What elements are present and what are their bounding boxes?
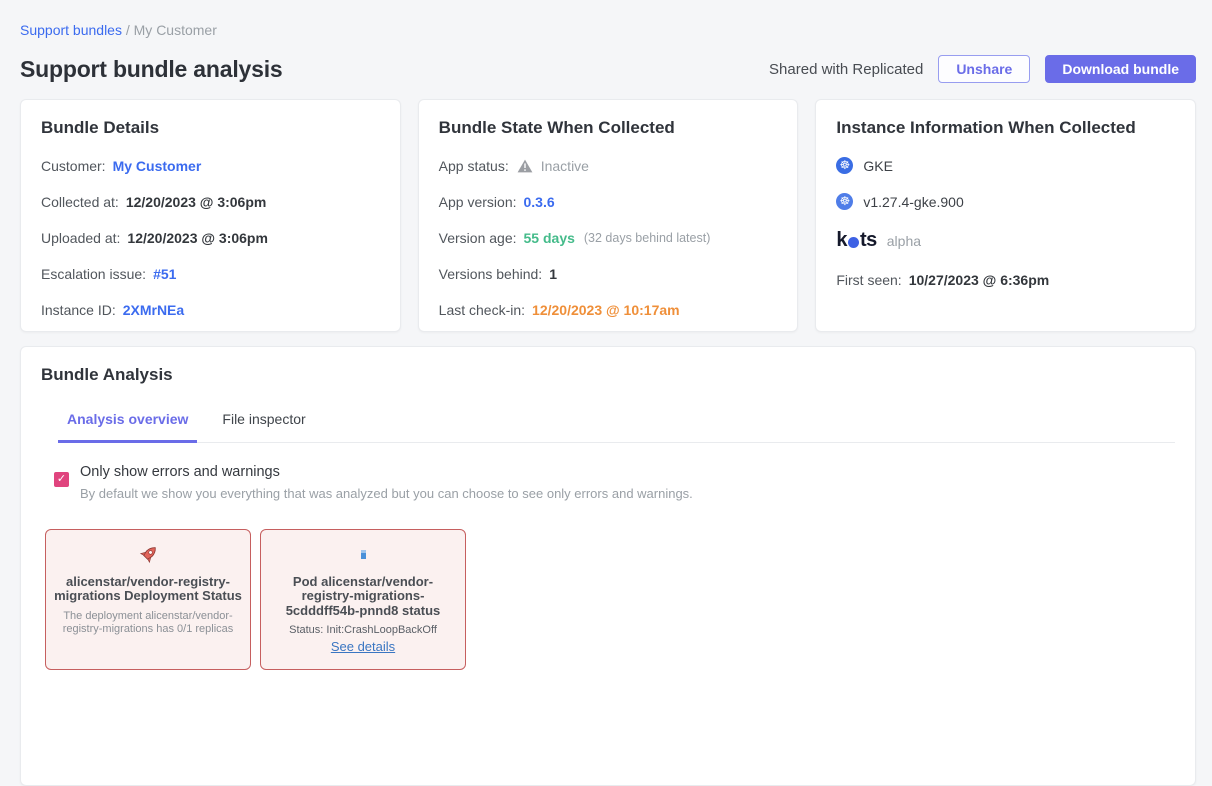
analysis-tabs: Analysis overview File inspector <box>58 411 1175 443</box>
first-seen-label: First seen: <box>836 272 901 288</box>
result-description: The deployment alicenstar/vendor-registr… <box>54 610 242 636</box>
k8s-version-value: v1.27.4-gke.900 <box>863 194 963 210</box>
support-bundle-analysis-page: Support bundles / My Customer Support bu… <box>0 0 1212 786</box>
unshare-button[interactable]: Unshare <box>938 55 1030 83</box>
header-actions: Shared with Replicated Unshare Download … <box>769 55 1196 83</box>
customer-row: Customer: My Customer <box>41 158 380 174</box>
instance-info-card: Instance Information When Collected ☸ GK… <box>815 99 1196 332</box>
breadcrumb: Support bundles / My Customer <box>20 20 1196 38</box>
escalation-issue-link[interactable]: #51 <box>153 266 176 282</box>
last-checkin-value: 12/20/2023 @ 10:17am <box>532 302 680 318</box>
filter-description: By default we show you everything that w… <box>80 486 693 501</box>
shared-status-text: Shared with Replicated <box>769 61 923 78</box>
kots-version-value: alpha <box>887 233 921 249</box>
uploaded-at-value: 12/20/2023 @ 3:06pm <box>127 230 268 246</box>
version-age-value: 55 days <box>524 230 575 246</box>
image-placeholder-icon <box>269 542 457 566</box>
analysis-results: alicenstar/vendor-registry-migrations De… <box>45 529 1175 670</box>
tab-analysis-overview[interactable]: Analysis overview <box>58 411 197 443</box>
version-age-note: (32 days behind latest) <box>584 231 710 245</box>
bundle-details-card: Bundle Details Customer: My Customer Col… <box>20 99 401 332</box>
distribution-value: GKE <box>863 158 893 174</box>
escalation-issue-row: Escalation issue: #51 <box>41 266 380 282</box>
warning-triangle-icon <box>517 159 533 173</box>
bundle-details-title: Bundle Details <box>41 118 380 138</box>
uploaded-at-label: Uploaded at: <box>41 230 120 246</box>
see-details-link[interactable]: See details <box>331 639 395 654</box>
kots-logo-o-icon <box>848 237 859 248</box>
collected-at-label: Collected at: <box>41 194 119 210</box>
first-seen-value: 10/27/2023 @ 6:36pm <box>909 272 1050 288</box>
instance-id-label: Instance ID: <box>41 302 116 318</box>
first-seen-row: First seen: 10/27/2023 @ 6:36pm <box>836 272 1175 288</box>
only-errors-checkbox[interactable]: ✓ <box>54 472 69 487</box>
k8s-version-row: ☸ v1.27.4-gke.900 <box>836 193 1175 210</box>
result-title: Pod alicenstar/vendor-registry-migration… <box>269 575 457 618</box>
breadcrumb-support-bundles-link[interactable]: Support bundles <box>20 22 122 38</box>
last-checkin-label: Last check-in: <box>439 302 525 318</box>
customer-label: Customer: <box>41 158 106 174</box>
rocket-icon <box>54 542 242 566</box>
download-bundle-button[interactable]: Download bundle <box>1045 55 1196 83</box>
deployment-status-result-card: alicenstar/vendor-registry-migrations De… <box>45 529 251 670</box>
bundle-analysis-card: Bundle Analysis Analysis overview File i… <box>20 346 1196 786</box>
page-title: Support bundle analysis <box>20 56 283 83</box>
app-version-row: App version: 0.3.6 <box>439 194 778 210</box>
app-status-row: App status: Inactive <box>439 158 778 174</box>
instance-id-link[interactable]: 2XMrNEa <box>123 302 184 318</box>
pod-status-result-card: Pod alicenstar/vendor-registry-migration… <box>260 529 466 670</box>
uploaded-at-row: Uploaded at: 12/20/2023 @ 3:06pm <box>41 230 380 246</box>
last-checkin-row: Last check-in: 12/20/2023 @ 10:17am <box>439 302 778 318</box>
app-status-label: App status: <box>439 158 509 174</box>
kots-logo-k: k <box>836 229 847 252</box>
instance-id-row: Instance ID: 2XMrNEa <box>41 302 380 318</box>
kubernetes-icon: ☸ <box>836 193 853 210</box>
collected-at-value: 12/20/2023 @ 3:06pm <box>126 194 267 210</box>
collected-at-row: Collected at: 12/20/2023 @ 3:06pm <box>41 194 380 210</box>
instance-info-title: Instance Information When Collected <box>836 118 1175 138</box>
escalation-issue-label: Escalation issue: <box>41 266 146 282</box>
filter-label[interactable]: Only show errors and warnings <box>80 464 693 480</box>
app-version-label: App version: <box>439 194 517 210</box>
result-status: Status: Init:CrashLoopBackOff <box>269 624 457 636</box>
versions-behind-label: Versions behind: <box>439 266 543 282</box>
bundle-state-title: Bundle State When Collected <box>439 118 778 138</box>
breadcrumb-current: My Customer <box>134 22 217 38</box>
app-status-value: Inactive <box>541 158 589 174</box>
filter-text: Only show errors and warnings By default… <box>80 464 693 501</box>
version-age-label: Version age: <box>439 230 517 246</box>
errors-warnings-filter: ✓ Only show errors and warnings By defau… <box>54 464 1175 501</box>
app-version-link[interactable]: 0.3.6 <box>524 194 555 210</box>
version-age-row: Version age: 55 days (32 days behind lat… <box>439 230 778 246</box>
versions-behind-row: Versions behind: 1 <box>439 266 778 282</box>
result-title: alicenstar/vendor-registry-migrations De… <box>54 575 242 604</box>
tab-file-inspector[interactable]: File inspector <box>213 411 314 442</box>
bundle-analysis-title: Bundle Analysis <box>41 365 1175 385</box>
customer-link[interactable]: My Customer <box>113 158 202 174</box>
summary-cards-row: Bundle Details Customer: My Customer Col… <box>20 99 1196 332</box>
kots-logo-ts: ts <box>860 229 877 252</box>
kubernetes-icon: ☸ <box>836 157 853 174</box>
kots-version-row: kts alpha <box>836 229 1175 252</box>
distribution-row: ☸ GKE <box>836 157 1175 174</box>
page-header: Support bundle analysis Shared with Repl… <box>20 55 1196 83</box>
kots-logo: kts <box>836 229 876 252</box>
versions-behind-value: 1 <box>549 266 557 282</box>
bundle-state-card: Bundle State When Collected App status: … <box>418 99 799 332</box>
breadcrumb-separator: / <box>126 22 130 38</box>
